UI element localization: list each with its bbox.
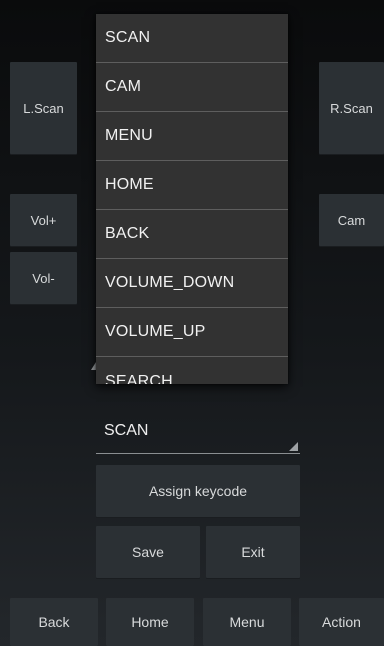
nav-menu-label: Menu <box>229 614 265 630</box>
assign-keycode-button[interactable]: Assign keycode <box>96 465 300 517</box>
save-label: Save <box>132 544 164 560</box>
left-scan-label: L.Scan <box>23 100 64 116</box>
right-scan-label: R.Scan <box>330 100 373 116</box>
keycode-spinner[interactable]: SCAN <box>96 406 300 454</box>
exit-label: Exit <box>241 544 265 560</box>
assign-keycode-label: Assign keycode <box>148 483 248 499</box>
nav-action-label: Action <box>322 614 361 630</box>
vol-up-button[interactable]: Vol+ <box>10 194 77 246</box>
save-button[interactable]: Save <box>96 526 200 578</box>
dropdown-item-scan[interactable]: SCAN <box>96 14 288 63</box>
vol-up-label: Vol+ <box>30 212 57 228</box>
dropdown-item-home[interactable]: HOME <box>96 161 288 210</box>
cam-button[interactable]: Cam <box>319 194 384 246</box>
nav-menu-button[interactable]: Menu <box>203 598 291 646</box>
nav-back-label: Back <box>38 614 70 630</box>
left-scan-button[interactable]: L.Scan <box>10 62 77 154</box>
nav-back-button[interactable]: Back <box>10 598 98 646</box>
dropdown-item-menu[interactable]: MENU <box>96 112 288 161</box>
nav-home-button[interactable]: Home <box>106 598 194 646</box>
vol-down-button[interactable]: Vol- <box>10 252 77 304</box>
vol-down-label: Vol- <box>32 270 55 286</box>
nav-home-label: Home <box>131 614 169 630</box>
dropdown-item-cam[interactable]: CAM <box>96 63 288 112</box>
dropdown-item-back[interactable]: BACK <box>96 210 288 259</box>
dropdown-item-search[interactable]: SEARCH <box>96 357 288 385</box>
keycode-dropdown-list[interactable]: SCAN CAM MENU HOME BACK VOLUME_DOWN VOLU… <box>96 14 288 384</box>
keycode-spinner-value: SCAN <box>104 422 149 439</box>
dropdown-item-volume-up[interactable]: VOLUME_UP <box>96 308 288 357</box>
right-scan-button[interactable]: R.Scan <box>319 62 384 154</box>
cam-label: Cam <box>337 212 366 228</box>
spinner-corner-arrow-icon <box>289 442 298 451</box>
exit-button[interactable]: Exit <box>206 526 300 578</box>
dropdown-item-volume-down[interactable]: VOLUME_DOWN <box>96 259 288 308</box>
nav-action-button[interactable]: Action <box>299 598 384 646</box>
